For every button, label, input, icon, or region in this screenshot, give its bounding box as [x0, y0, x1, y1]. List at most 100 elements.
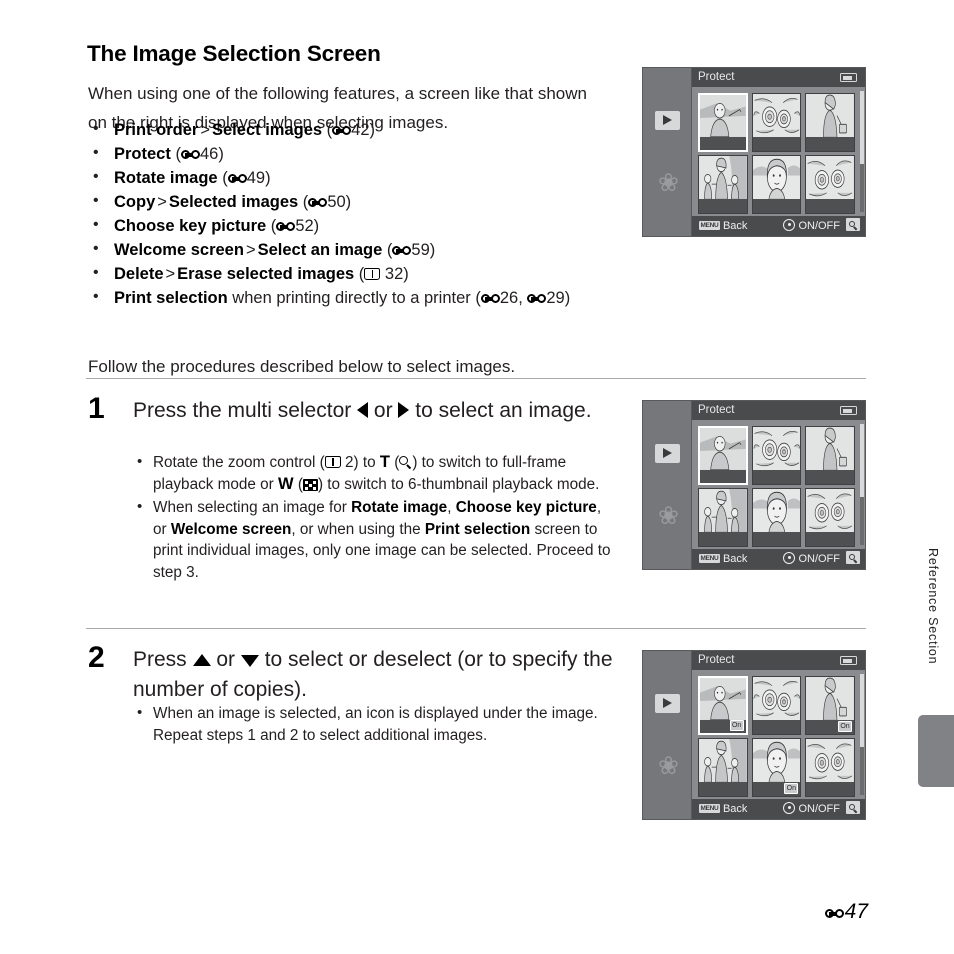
thumbnail-4[interactable] — [698, 488, 748, 547]
bullet-separator: > — [165, 265, 176, 283]
thumbnail-1[interactable] — [698, 93, 748, 152]
thumbnail-2[interactable] — [751, 676, 802, 735]
step-title-part-a: Press — [133, 648, 193, 671]
thumbnail-2[interactable] — [751, 93, 802, 152]
thumbnail-image — [700, 678, 746, 720]
bullet-reference: 32 — [384, 265, 404, 283]
thumbnail-3[interactable] — [805, 93, 855, 152]
bullet-bold-primary: Choose key picture — [114, 217, 267, 235]
scrollbar-thumb[interactable] — [860, 91, 864, 164]
lcd-bottom-bar: MENU Back ON/OFF — [692, 549, 865, 569]
bullet-reference: 50 — [327, 193, 346, 211]
list-item: Copy>Selected images (50) — [88, 189, 698, 214]
lcd-scrollbar[interactable] — [860, 91, 864, 212]
scrollbar-thumb[interactable] — [860, 424, 864, 497]
thumbnail-image — [806, 94, 854, 138]
lcd-scrollbar[interactable] — [860, 424, 864, 545]
playback-mode-icon[interactable] — [655, 111, 680, 130]
feature-bullet-list: Print order>Select images (42) Protect (… — [88, 117, 698, 310]
woman-closeup-art — [752, 156, 801, 200]
thumbnail-caption-strip — [700, 136, 746, 150]
step-title-part-c: to select an image. — [409, 399, 592, 422]
zoom-magnify-chip[interactable] — [846, 801, 860, 814]
thumbnail-image — [752, 94, 801, 138]
tele-letter: T — [379, 453, 390, 471]
thumbnail-image — [699, 156, 747, 200]
lcd-title-bar: Protect — [692, 401, 865, 420]
battery-icon — [840, 656, 857, 665]
thumbnail-caption-strip — [752, 199, 801, 213]
thumbnail-image — [699, 739, 747, 783]
woman-portrait-outdoors-art — [700, 95, 746, 137]
thumbnail-3[interactable] — [805, 426, 855, 485]
menu-button-chip[interactable]: MENU — [699, 804, 720, 813]
note-text-b: ( — [389, 454, 400, 471]
lcd-bottom-right-group: ON/OFF — [783, 549, 860, 569]
note-text-a: Rotate the zoom control ( — [153, 454, 325, 471]
thumbnail-caption-strip — [806, 470, 854, 484]
playback-mode-icon[interactable] — [655, 444, 680, 463]
wide-letter: W — [278, 474, 294, 493]
setup-wrench-icon[interactable]: ❀ — [658, 753, 679, 779]
bullet-bold-primary: Print selection — [114, 289, 228, 307]
scrollbar-thumb[interactable] — [860, 674, 864, 747]
thumbnail-image — [806, 677, 854, 721]
thumbnail-grid — [692, 87, 859, 216]
thumbnail-6[interactable] — [805, 155, 855, 214]
lcd-title-text: Protect — [698, 404, 735, 416]
thumbnail-6[interactable] — [805, 488, 855, 547]
roses-flowers-2-art — [806, 739, 854, 783]
note2-text-d: , or when using the — [291, 520, 425, 538]
menu-button-chip[interactable]: MENU — [699, 221, 720, 230]
setup-wrench-icon[interactable]: ❀ — [658, 170, 679, 196]
family-group-art — [699, 739, 747, 783]
roses-flowers-art — [752, 427, 801, 471]
thumbnail-4[interactable] — [698, 155, 748, 214]
bullet-reference: 26 — [499, 289, 519, 307]
onoff-label: ON/OFF — [798, 803, 840, 815]
thumbnail-1[interactable] — [698, 426, 748, 485]
magnify-icon — [399, 456, 412, 469]
thumbnail-grid-icon — [302, 478, 318, 491]
section-thumb-tab — [918, 715, 954, 787]
list-item: Protect (46) — [88, 141, 698, 166]
zoom-magnify-chip[interactable] — [846, 218, 860, 231]
onoff-label: ON/OFF — [798, 553, 840, 565]
menu-button-chip[interactable]: MENU — [699, 554, 720, 563]
thumbnail-5[interactable] — [751, 488, 802, 547]
note2-text-b: , — [447, 499, 456, 516]
lcd-scrollbar[interactable] — [860, 674, 864, 795]
back-label: Back — [722, 220, 748, 232]
arrow-right-icon — [398, 402, 410, 418]
bullet-bold-secondary: Selected images — [168, 193, 299, 211]
lcd-main-area: Protect MENU Back ON/OFF — [692, 68, 865, 236]
thumbnail-image — [752, 677, 801, 721]
step-notes: Rotate the zoom control ( 2) to T () to … — [133, 451, 613, 585]
bullet-separator: > — [245, 241, 256, 259]
thumbnail-5[interactable]: On — [751, 738, 802, 797]
zoom-magnify-chip[interactable] — [846, 551, 860, 564]
thumbnail-1[interactable]: On — [698, 676, 748, 735]
playback-mode-icon[interactable] — [655, 694, 680, 713]
thumbnail-image — [806, 489, 854, 533]
thumbnail-6[interactable] — [805, 738, 855, 797]
thumbnail-caption-strip — [806, 137, 854, 151]
thumbnail-2[interactable] — [751, 426, 802, 485]
step-notes: When an image is selected, an icon is di… — [133, 702, 613, 748]
thumbnail-3[interactable]: On — [805, 676, 855, 735]
follow-procedures-text: Follow the procedures described below to… — [88, 357, 516, 376]
bullet-reference-2: 29 — [546, 289, 565, 307]
woman-standing-with-bag-art — [806, 677, 854, 721]
battery-icon — [840, 73, 857, 82]
ok-button-icon — [783, 802, 796, 814]
onoff-label: ON/OFF — [798, 220, 840, 232]
setup-wrench-icon[interactable]: ❀ — [658, 503, 679, 529]
woman-closeup-art — [752, 489, 801, 533]
thumbnail-4[interactable] — [698, 738, 748, 797]
thumbnail-image — [752, 427, 801, 471]
thumbnail-5[interactable] — [751, 155, 802, 214]
lcd-bottom-bar: MENU Back ON/OFF — [692, 216, 865, 236]
bullet-bold-primary: Welcome screen — [114, 241, 244, 259]
list-item: Delete>Erase selected images ( 32) — [88, 261, 698, 286]
note2-bold-2: Choose key picture — [455, 499, 597, 516]
